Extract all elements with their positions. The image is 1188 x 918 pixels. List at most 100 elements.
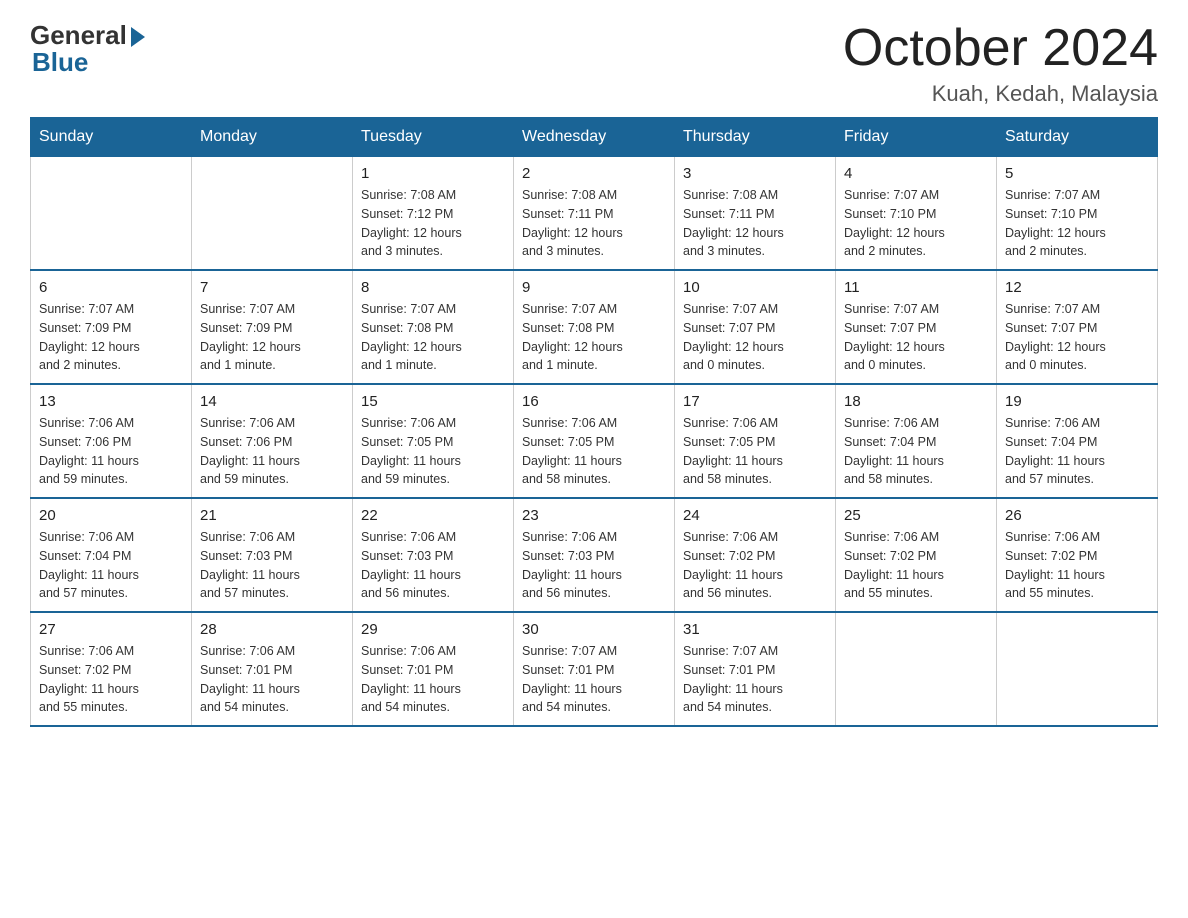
- day-info: Sunrise: 7:07 AMSunset: 7:09 PMDaylight:…: [39, 300, 183, 375]
- day-number: 6: [39, 279, 183, 296]
- day-info: Sunrise: 7:07 AMSunset: 7:10 PMDaylight:…: [1005, 186, 1149, 261]
- calendar-cell: 1 Sunrise: 7:08 AMSunset: 7:12 PMDaylight…: [353, 157, 514, 271]
- day-number: 15: [361, 393, 505, 410]
- day-info: Sunrise: 7:06 AMSunset: 7:03 PMDaylight:…: [361, 528, 505, 603]
- day-number: 16: [522, 393, 666, 410]
- calendar-cell: 5 Sunrise: 7:07 AMSunset: 7:10 PMDaylight…: [997, 157, 1158, 271]
- day-number: 17: [683, 393, 827, 410]
- calendar-cell: 18 Sunrise: 7:06 AMSunset: 7:04 PMDayligh…: [836, 384, 997, 498]
- day-info: Sunrise: 7:06 AMSunset: 7:04 PMDaylight:…: [1005, 414, 1149, 489]
- day-number: 28: [200, 621, 344, 638]
- day-info: Sunrise: 7:08 AMSunset: 7:12 PMDaylight:…: [361, 186, 505, 261]
- day-info: Sunrise: 7:06 AMSunset: 7:02 PMDaylight:…: [39, 642, 183, 717]
- day-number: 5: [1005, 165, 1149, 182]
- calendar-cell: 27 Sunrise: 7:06 AMSunset: 7:02 PMDayligh…: [31, 612, 192, 726]
- day-number: 19: [1005, 393, 1149, 410]
- logo-arrow-icon: [131, 27, 145, 47]
- calendar-cell: 17 Sunrise: 7:06 AMSunset: 7:05 PMDayligh…: [675, 384, 836, 498]
- day-number: 9: [522, 279, 666, 296]
- calendar-cell: 20Sunrise: 7:06 AMSunset: 7:04 PMDayligh…: [31, 498, 192, 612]
- page-header: General Blue October 2024 Kuah, Kedah, M…: [30, 20, 1158, 107]
- day-info: Sunrise: 7:08 AMSunset: 7:11 PMDaylight:…: [522, 186, 666, 261]
- day-number: 14: [200, 393, 344, 410]
- day-number: 24: [683, 507, 827, 524]
- calendar-cell: 7 Sunrise: 7:07 AMSunset: 7:09 PMDaylight…: [192, 270, 353, 384]
- calendar-cell: 26 Sunrise: 7:06 AMSunset: 7:02 PMDayligh…: [997, 498, 1158, 612]
- day-number: 29: [361, 621, 505, 638]
- calendar-cell: 3 Sunrise: 7:08 AMSunset: 7:11 PMDaylight…: [675, 157, 836, 271]
- day-number: 3: [683, 165, 827, 182]
- day-info: Sunrise: 7:06 AMSunset: 7:01 PMDaylight:…: [361, 642, 505, 717]
- day-info: Sunrise: 7:07 AMSunset: 7:07 PMDaylight:…: [1005, 300, 1149, 375]
- calendar-week-row: 13Sunrise: 7:06 AMSunset: 7:06 PMDayligh…: [31, 384, 1158, 498]
- calendar-cell: [192, 157, 353, 271]
- day-info: Sunrise: 7:07 AMSunset: 7:08 PMDaylight:…: [361, 300, 505, 375]
- day-info: Sunrise: 7:07 AMSunset: 7:09 PMDaylight:…: [200, 300, 344, 375]
- page-title: October 2024: [843, 20, 1158, 77]
- day-info: Sunrise: 7:06 AMSunset: 7:05 PMDaylight:…: [522, 414, 666, 489]
- day-info: Sunrise: 7:07 AMSunset: 7:01 PMDaylight:…: [522, 642, 666, 717]
- day-number: 20: [39, 507, 183, 524]
- day-number: 30: [522, 621, 666, 638]
- calendar-week-row: 20Sunrise: 7:06 AMSunset: 7:04 PMDayligh…: [31, 498, 1158, 612]
- calendar-cell: 29 Sunrise: 7:06 AMSunset: 7:01 PMDayligh…: [353, 612, 514, 726]
- calendar-cell: 31Sunrise: 7:07 AMSunset: 7:01 PMDayligh…: [675, 612, 836, 726]
- calendar-cell: 24 Sunrise: 7:06 AMSunset: 7:02 PMDayligh…: [675, 498, 836, 612]
- calendar-cell: 21Sunrise: 7:06 AMSunset: 7:03 PMDayligh…: [192, 498, 353, 612]
- calendar-day-header: Tuesday: [353, 118, 514, 157]
- day-number: 23: [522, 507, 666, 524]
- day-number: 2: [522, 165, 666, 182]
- day-info: Sunrise: 7:07 AMSunset: 7:07 PMDaylight:…: [844, 300, 988, 375]
- calendar-cell: 28 Sunrise: 7:06 AMSunset: 7:01 PMDayligh…: [192, 612, 353, 726]
- day-number: 10: [683, 279, 827, 296]
- calendar-cell: 15 Sunrise: 7:06 AMSunset: 7:05 PMDayligh…: [353, 384, 514, 498]
- calendar-cell: 19 Sunrise: 7:06 AMSunset: 7:04 PMDayligh…: [997, 384, 1158, 498]
- calendar-cell: 25Sunrise: 7:06 AMSunset: 7:02 PMDayligh…: [836, 498, 997, 612]
- calendar-day-header: Saturday: [997, 118, 1158, 157]
- calendar-week-row: 1 Sunrise: 7:08 AMSunset: 7:12 PMDaylight…: [31, 157, 1158, 271]
- logo-blue-text: Blue: [32, 47, 88, 78]
- calendar-day-header: Sunday: [31, 118, 192, 157]
- day-info: Sunrise: 7:06 AMSunset: 7:02 PMDaylight:…: [683, 528, 827, 603]
- calendar-cell: 12 Sunrise: 7:07 AMSunset: 7:07 PMDayligh…: [997, 270, 1158, 384]
- calendar-week-row: 6 Sunrise: 7:07 AMSunset: 7:09 PMDaylight…: [31, 270, 1158, 384]
- calendar-header-row: SundayMondayTuesdayWednesdayThursdayFrid…: [31, 118, 1158, 157]
- day-number: 26: [1005, 507, 1149, 524]
- logo: General Blue: [30, 20, 145, 78]
- day-info: Sunrise: 7:06 AMSunset: 7:04 PMDaylight:…: [844, 414, 988, 489]
- day-info: Sunrise: 7:08 AMSunset: 7:11 PMDaylight:…: [683, 186, 827, 261]
- day-number: 7: [200, 279, 344, 296]
- calendar-cell: 23Sunrise: 7:06 AMSunset: 7:03 PMDayligh…: [514, 498, 675, 612]
- day-number: 8: [361, 279, 505, 296]
- calendar-cell: 6 Sunrise: 7:07 AMSunset: 7:09 PMDaylight…: [31, 270, 192, 384]
- calendar-cell: 13Sunrise: 7:06 AMSunset: 7:06 PMDayligh…: [31, 384, 192, 498]
- day-number: 25: [844, 507, 988, 524]
- day-info: Sunrise: 7:07 AMSunset: 7:01 PMDaylight:…: [683, 642, 827, 717]
- day-number: 13: [39, 393, 183, 410]
- day-number: 27: [39, 621, 183, 638]
- calendar-cell: [997, 612, 1158, 726]
- day-number: 22: [361, 507, 505, 524]
- calendar-table: SundayMondayTuesdayWednesdayThursdayFrid…: [30, 117, 1158, 727]
- day-info: Sunrise: 7:06 AMSunset: 7:05 PMDaylight:…: [361, 414, 505, 489]
- calendar-cell: 8 Sunrise: 7:07 AMSunset: 7:08 PMDaylight…: [353, 270, 514, 384]
- calendar-cell: 2 Sunrise: 7:08 AMSunset: 7:11 PMDaylight…: [514, 157, 675, 271]
- calendar-cell: 22 Sunrise: 7:06 AMSunset: 7:03 PMDayligh…: [353, 498, 514, 612]
- day-number: 12: [1005, 279, 1149, 296]
- day-info: Sunrise: 7:07 AMSunset: 7:08 PMDaylight:…: [522, 300, 666, 375]
- calendar-cell: 14Sunrise: 7:06 AMSunset: 7:06 PMDayligh…: [192, 384, 353, 498]
- day-number: 4: [844, 165, 988, 182]
- calendar-day-header: Thursday: [675, 118, 836, 157]
- day-info: Sunrise: 7:06 AMSunset: 7:05 PMDaylight:…: [683, 414, 827, 489]
- calendar-week-row: 27 Sunrise: 7:06 AMSunset: 7:02 PMDayligh…: [31, 612, 1158, 726]
- title-block: October 2024 Kuah, Kedah, Malaysia: [843, 20, 1158, 107]
- calendar-cell: [31, 157, 192, 271]
- day-info: Sunrise: 7:06 AMSunset: 7:01 PMDaylight:…: [200, 642, 344, 717]
- calendar-cell: 16 Sunrise: 7:06 AMSunset: 7:05 PMDayligh…: [514, 384, 675, 498]
- calendar-cell: 9 Sunrise: 7:07 AMSunset: 7:08 PMDaylight…: [514, 270, 675, 384]
- day-number: 1: [361, 165, 505, 182]
- day-number: 18: [844, 393, 988, 410]
- calendar-cell: 30 Sunrise: 7:07 AMSunset: 7:01 PMDayligh…: [514, 612, 675, 726]
- day-info: Sunrise: 7:07 AMSunset: 7:10 PMDaylight:…: [844, 186, 988, 261]
- day-info: Sunrise: 7:06 AMSunset: 7:02 PMDaylight:…: [1005, 528, 1149, 603]
